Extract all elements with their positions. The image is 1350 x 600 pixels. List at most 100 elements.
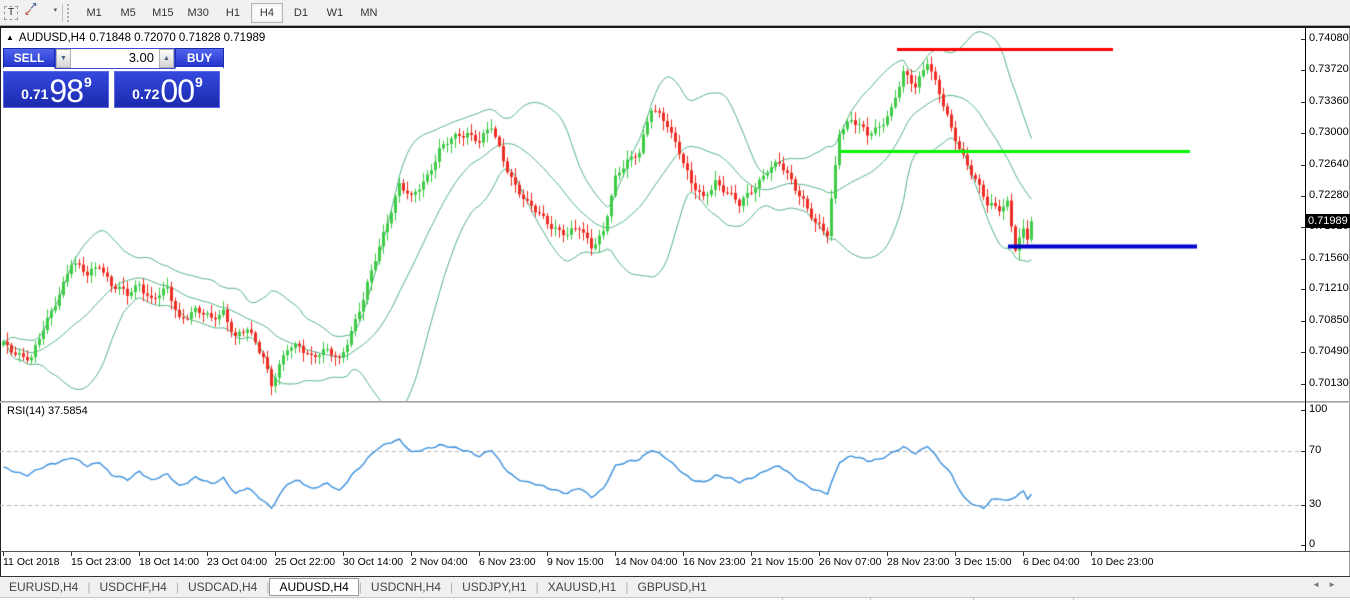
dropdown-caret-icon: ▾ [54,6,58,14]
buy-button[interactable]: BUY [175,48,224,69]
bid-big-digits: 98 [49,76,83,106]
volume-decrease-icon[interactable]: ▼ [56,49,71,68]
price-axis-label: 0.70490 [1309,345,1349,357]
timeframe-button-h4[interactable]: H4 [251,3,283,23]
price-axis-tick [1301,289,1305,290]
price-axis-label: 0.70850 [1309,314,1349,326]
timeframe-button-w1[interactable]: W1 [319,3,351,23]
rsi-bottom-border [0,551,1350,552]
bid-price-box[interactable]: 0.71989 [3,71,109,108]
time-axis-tick [479,552,480,556]
chart-title: ▲AUDUSD,H40.71848 0.72070 0.71828 0.7198… [6,32,269,44]
time-axis-tick [3,552,4,556]
time-axis-label: 6 Nov 23:00 [479,556,536,568]
text-label-icon: T [4,6,18,20]
arrow-sw-icon: ↙ [24,7,32,18]
price-axis-line [1305,28,1306,551]
timeframe-button-m5[interactable]: M5 [112,3,144,23]
objects-tool-button[interactable]: ↗ ↙ ▾ [23,2,55,24]
timeframe-button-m15[interactable]: M15 [146,3,179,23]
ask-price-box[interactable]: 0.72009 [114,71,220,108]
rsi-axis-tick [1301,451,1305,452]
tab-audusd-h4[interactable]: AUDUSD,H4 [269,578,358,596]
tab-usdchf-h4[interactable]: USDCHF,H4 [90,579,175,595]
time-axis-tick [275,552,276,556]
price-axis-tick [1301,259,1305,260]
price-axis-label: 0.73720 [1309,63,1349,75]
tab-gbpusd-h1[interactable]: GBPUSD,H1 [628,579,715,595]
price-axis-tick [1301,102,1305,103]
tab-eurusd-h4[interactable]: EURUSD,H4 [0,579,87,595]
time-axis-label: 14 Nov 04:00 [615,556,677,568]
timeframe-button-d1[interactable]: D1 [285,3,317,23]
time-axis-label: 2 Nov 04:00 [411,556,468,568]
time-axis-label: 21 Nov 15:00 [751,556,813,568]
bid-prefix: 0.71 [21,86,48,102]
time-axis-label: 26 Nov 07:00 [819,556,881,568]
volume-input[interactable]: 3.00 [71,49,159,68]
tab-usdjpy-h1[interactable]: USDJPY,H1 [453,579,535,595]
time-axis-tick [819,552,820,556]
rsi-axis-label: 70 [1309,444,1321,456]
price-axis-tick [1301,70,1305,71]
time-axis-label: 11 Oct 2018 [3,556,59,568]
time-axis-label: 25 Oct 22:00 [275,556,335,568]
timeframe-button-m30[interactable]: M30 [182,3,215,23]
ask-pipette: 9 [195,74,203,90]
mt5-window: T ↗ ↙ ▾ M1M5M15M30H1H4D1W1MN ▲AUDUSD,H40… [0,0,1350,600]
timeframe-button-mn[interactable]: MN [353,3,385,23]
tab-usdcad-h4[interactable]: USDCAD,H4 [179,579,266,595]
price-axis-tick [1301,227,1305,228]
sell-button[interactable]: SELL [3,48,55,69]
time-axis-label: 6 Dec 04:00 [1023,556,1080,568]
rsi-axis-label: 100 [1309,403,1327,415]
timeframe-button-m1[interactable]: M1 [78,3,110,23]
time-axis-label: 10 Dec 23:00 [1091,556,1153,568]
time-axis-tick [71,552,72,556]
toolbar-separator [62,4,63,22]
volume-spinner: ▼ 3.00 ▲ [55,48,175,69]
rsi-axis-tick [1301,410,1305,411]
tabs-scroll-left-icon[interactable]: ◄ [1312,580,1328,589]
rsi-axis-label: 0 [1309,538,1315,550]
time-axis-tick [547,552,548,556]
time-axis-tick [751,552,752,556]
rsi-axis-tick [1301,505,1305,506]
timeframe-button-h1[interactable]: H1 [217,3,249,23]
time-axis-label: 18 Oct 14:00 [139,556,199,568]
time-axis-tick [1023,552,1024,556]
price-axis-tick [1301,133,1305,134]
rsi-axis-tick [1301,545,1305,546]
chart-ohlc-values: 0.71848 0.72070 0.71828 0.71989 [89,32,265,44]
text-label-tool-button[interactable]: T [1,2,21,24]
price-axis-label: 0.73360 [1309,95,1349,107]
ask-prefix: 0.72 [132,86,159,102]
time-axis-tick [207,552,208,556]
symbol-marker-icon: ▲ [6,33,14,42]
price-axis-tick [1301,196,1305,197]
tab-xauusd-h1[interactable]: XAUUSD,H1 [539,579,626,595]
time-axis-tick [1091,552,1092,556]
time-axis-tick [615,552,616,556]
price-axis-tick [1301,384,1305,385]
current-price-tag: 0.71989 [1306,214,1350,228]
time-axis-tick [683,552,684,556]
time-axis-label: 3 Dec 15:00 [955,556,1012,568]
time-axis-tick [343,552,344,556]
toolbar-grip[interactable] [67,4,73,22]
timeframe-group: M1M5M15M30H1H4D1W1MN [77,0,386,25]
time-axis-tick [887,552,888,556]
price-axis-tick [1301,39,1305,40]
tab-usdcnh-h4[interactable]: USDCNH,H4 [362,579,450,595]
ask-big-digits: 00 [160,76,194,106]
tab-scroll-arrows: ◄► [1312,580,1344,589]
tabs-scroll-right-icon[interactable]: ► [1328,580,1344,589]
time-axis-tick [955,552,956,556]
time-axis-label: 28 Nov 23:00 [887,556,949,568]
time-axis-label: 30 Oct 14:00 [343,556,403,568]
price-axis-label: 0.72280 [1309,189,1349,201]
rsi-canvas[interactable] [0,403,1304,551]
one-click-trade-panel: SELL ▼ 3.00 ▲ BUY 0.71989 0.72009 [3,48,224,108]
volume-increase-icon[interactable]: ▲ [159,49,174,68]
toolbar: T ↗ ↙ ▾ M1M5M15M30H1H4D1W1MN [0,0,1350,26]
